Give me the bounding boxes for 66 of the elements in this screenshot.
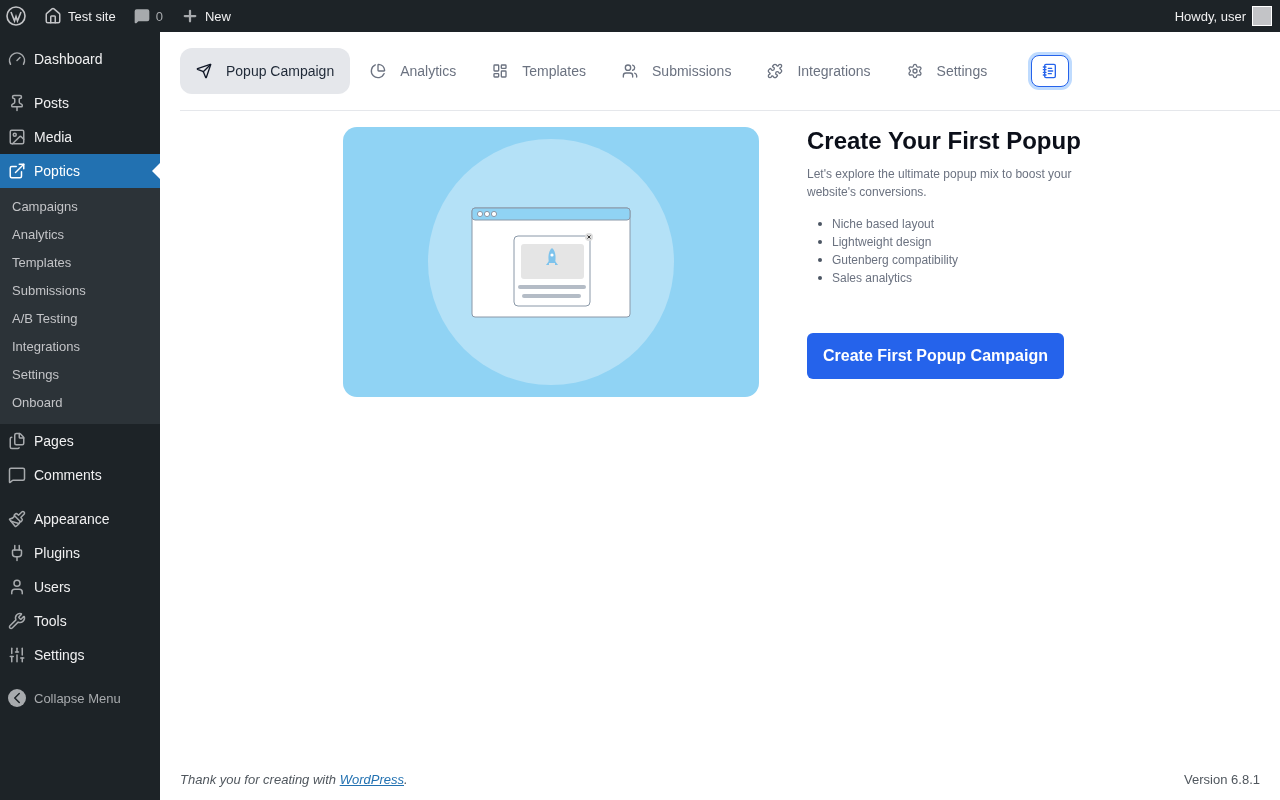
new-link[interactable]: New: [204, 8, 231, 24]
notebook-icon: [1042, 63, 1059, 79]
submenu-item[interactable]: Campaigns: [0, 193, 160, 221]
notes-button[interactable]: [1031, 55, 1070, 87]
menu-icon: [8, 510, 26, 528]
home-icon[interactable]: [44, 7, 62, 25]
feature-item: Lightweight design: [832, 234, 932, 251]
tab[interactable]: Templates: [476, 48, 603, 94]
menu-icon: [8, 578, 26, 596]
bullet-icon: [818, 222, 822, 226]
submenu-item[interactable]: A/B Testing: [0, 305, 160, 333]
menu-item[interactable]: Pages: [0, 424, 160, 458]
tab[interactable]: Analytics: [354, 48, 473, 94]
create-campaign-button[interactable]: Create First Popup Campaign: [807, 333, 1064, 379]
version-text: Version 6.8.1: [1184, 772, 1260, 787]
feature-item: Sales analytics: [832, 270, 913, 287]
tab-icon: [767, 63, 784, 79]
tab[interactable]: Popup Campaign: [180, 48, 351, 94]
comment-icon[interactable]: [133, 8, 150, 24]
bullet-icon: [818, 240, 822, 244]
tab-icon: [622, 63, 639, 79]
submenu-item[interactable]: Submissions: [0, 277, 160, 305]
hero-title: Create Your First Popup: [807, 127, 1081, 155]
feature-item: Gutenberg compatibility: [832, 252, 959, 269]
menu-icon: [8, 432, 26, 450]
tab[interactable]: Submissions: [606, 48, 748, 94]
tab-icon: [492, 63, 509, 79]
menu-item[interactable]: Settings: [0, 638, 160, 672]
menu-item[interactable]: Users: [0, 570, 160, 604]
bullet-icon: [818, 276, 822, 280]
menu-item[interactable]: Poptics: [0, 154, 160, 188]
menu-item[interactable]: Dashboard: [0, 42, 160, 76]
comment-count[interactable]: 0: [155, 8, 163, 24]
tab[interactable]: Integrations: [751, 48, 887, 94]
bullet-icon: [818, 258, 822, 262]
menu-icon: [8, 128, 26, 146]
greeting-link[interactable]: Howdy, user: [1174, 8, 1246, 24]
submenu-item[interactable]: Integrations: [0, 333, 160, 361]
menu-icon: [8, 646, 26, 664]
submenu-item[interactable]: Onboard: [0, 389, 160, 417]
menu-icon: [8, 94, 26, 112]
footer-credit: Thank you for creating with WordPress.: [180, 772, 408, 787]
collapse-icon: [8, 689, 26, 707]
site-name-link[interactable]: Test site: [68, 8, 116, 24]
submenu-item[interactable]: Analytics: [0, 221, 160, 249]
menu-item[interactable]: Tools: [0, 604, 160, 638]
tab-icon: [370, 63, 387, 79]
menu-icon: [8, 612, 26, 630]
collapse-menu-button[interactable]: Collapse Menu: [0, 682, 160, 714]
menu-item[interactable]: Comments: [0, 458, 160, 492]
tab[interactable]: Settings: [890, 48, 1004, 94]
submenu-item[interactable]: Settings: [0, 361, 160, 389]
menu-icon: [8, 50, 26, 68]
menu-item[interactable]: Plugins: [0, 536, 160, 570]
hero-description: Let's explore the ultimate popup mix to boost your website's conversions.: [807, 166, 1073, 201]
menu-item[interactable]: Media: [0, 120, 160, 154]
menu-icon: [8, 162, 26, 180]
wordpress-link[interactable]: WordPress: [339, 772, 404, 787]
menu-item[interactable]: Appearance: [0, 502, 160, 536]
current-pointer: [152, 163, 160, 179]
menu-icon: [8, 466, 26, 484]
tab-icon: [196, 63, 212, 79]
submenu-item[interactable]: Templates: [0, 249, 160, 277]
feature-item: Niche based layout: [832, 216, 935, 233]
tab-icon: [906, 63, 923, 79]
menu-item[interactable]: Posts: [0, 86, 160, 120]
